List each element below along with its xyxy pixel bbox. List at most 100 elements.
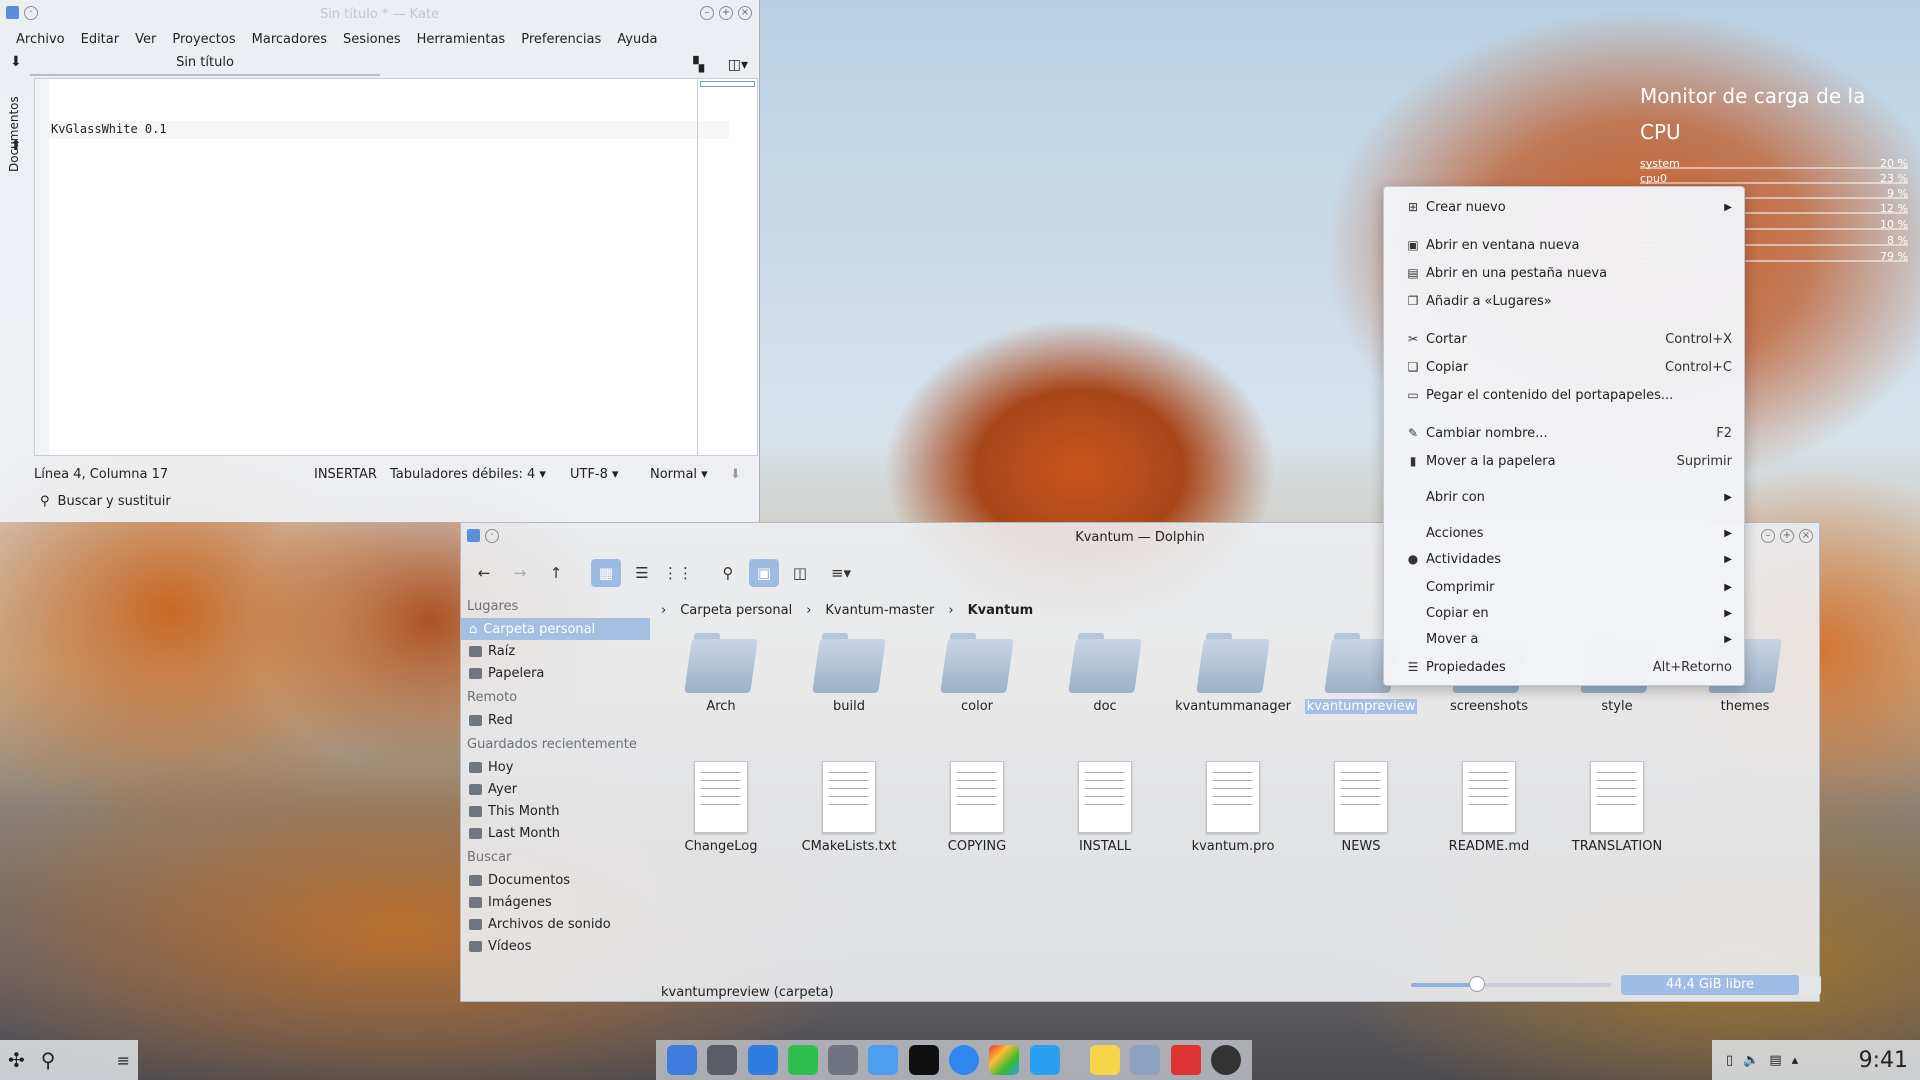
menu-sesiones[interactable]: Sesiones bbox=[335, 32, 409, 47]
minimap-viewport[interactable] bbox=[700, 81, 755, 87]
file-item[interactable]: COPYING bbox=[917, 761, 1037, 854]
pin-icon[interactable]: · bbox=[24, 6, 38, 20]
breadcrumb-current[interactable]: Kvantum bbox=[968, 603, 1034, 618]
breadcrumb-item[interactable]: Carpeta personal bbox=[680, 603, 792, 618]
folder-app-icon[interactable] bbox=[1130, 1045, 1161, 1075]
menu-item-move-to[interactable]: Mover a ▶ bbox=[1406, 627, 1732, 651]
menu-item-properties[interactable]: ☰ Propiedades Alt+Retorno bbox=[1406, 655, 1732, 679]
encoding-setting[interactable]: UTF-8 ▾ bbox=[570, 467, 650, 482]
free-space-bar[interactable]: 44,4 GiB libre bbox=[1621, 975, 1821, 995]
app-launcher-icon[interactable]: ✣ bbox=[8, 1048, 25, 1072]
kate-titlebar[interactable]: · Sin título * — Kate – + × bbox=[0, 0, 759, 28]
back-button[interactable]: ← bbox=[469, 559, 499, 587]
file-item[interactable]: TRANSLATION bbox=[1557, 761, 1677, 854]
breadcrumb-item[interactable]: Kvantum-master bbox=[825, 603, 934, 618]
input-mode[interactable]: INSERTAR bbox=[314, 467, 390, 482]
indent-setting[interactable]: Tabuladores débiles: 4 ▾ bbox=[390, 467, 570, 482]
finder-app-icon[interactable] bbox=[868, 1045, 899, 1075]
place-yesterday[interactable]: Ayer bbox=[461, 778, 656, 800]
menu-item-trash[interactable]: ▮ Mover a la papelera Suprimir bbox=[1406, 449, 1732, 473]
folder-item[interactable]: color bbox=[917, 633, 1037, 714]
folder-item[interactable]: kvantummanager bbox=[1173, 633, 1293, 714]
folder-item[interactable]: build bbox=[789, 633, 909, 714]
menu-item-add-places[interactable]: ❐ Añadir a «Lugares» bbox=[1406, 289, 1732, 313]
file-item[interactable]: INSTALL bbox=[1045, 761, 1165, 854]
browser-app-icon[interactable] bbox=[948, 1045, 979, 1075]
menu-item-copy-to[interactable]: Copiar en ▶ bbox=[1406, 601, 1732, 625]
maximize-button[interactable]: + bbox=[719, 6, 733, 20]
place-today[interactable]: Hoy bbox=[461, 756, 656, 778]
place-audio[interactable]: Archivos de sonido bbox=[461, 913, 656, 935]
code-app-icon[interactable] bbox=[1029, 1045, 1060, 1075]
terminal-app-icon[interactable] bbox=[908, 1045, 939, 1075]
minimize-button[interactable]: – bbox=[1761, 529, 1775, 543]
menu-item-activities[interactable]: ● Actividades ▶ bbox=[1406, 547, 1732, 571]
place-images[interactable]: Imágenes bbox=[461, 891, 656, 913]
device-icon[interactable]: ▯ bbox=[1726, 1053, 1733, 1068]
file-item[interactable]: CMakeLists.txt bbox=[789, 761, 909, 854]
kvantum-app-icon[interactable] bbox=[989, 1045, 1020, 1075]
split-button[interactable]: ◫ bbox=[785, 559, 815, 587]
details-view-button[interactable]: ☰ bbox=[627, 559, 657, 587]
preview-button[interactable]: ▣ bbox=[749, 559, 779, 587]
menu-item-open-with[interactable]: Abrir con ▶ bbox=[1406, 485, 1732, 509]
documents-tab[interactable]: Documentos bbox=[7, 96, 21, 172]
menu-item-compress[interactable]: Comprimir ▶ bbox=[1406, 575, 1732, 599]
files-app-icon[interactable] bbox=[667, 1045, 698, 1075]
menu-proyectos[interactable]: Proyectos bbox=[164, 32, 243, 47]
place-documents[interactable]: Documentos bbox=[461, 869, 656, 891]
forward-button[interactable]: → bbox=[505, 559, 535, 587]
search-icon[interactable]: ⚲ bbox=[41, 1048, 56, 1072]
place-trash[interactable]: Papelera bbox=[461, 662, 656, 684]
icons-view-button[interactable]: ▦ bbox=[591, 559, 621, 587]
menu-archivo[interactable]: Archivo bbox=[8, 32, 73, 47]
cursor-position[interactable]: Línea 4, Columna 17 bbox=[34, 467, 314, 482]
minimap[interactable] bbox=[697, 79, 757, 455]
place-root[interactable]: Raíz bbox=[461, 640, 656, 662]
pin-icon[interactable]: · bbox=[485, 529, 499, 543]
find-replace-button[interactable]: ⚲ Buscar y sustituir bbox=[40, 494, 171, 509]
upload-icon[interactable]: ⬆ bbox=[10, 138, 22, 154]
close-button[interactable]: × bbox=[1799, 529, 1813, 543]
place-network[interactable]: Red bbox=[461, 709, 656, 731]
menu-item-cut[interactable]: ✂ Cortar Control+X bbox=[1406, 327, 1732, 351]
place-home[interactable]: ⌂ Carpeta personal bbox=[461, 618, 650, 640]
save-icon[interactable]: ⬇ bbox=[730, 467, 741, 482]
zoom-slider[interactable] bbox=[1411, 976, 1611, 992]
menu-preferencias[interactable]: Preferencias bbox=[513, 32, 609, 47]
menu-ayuda[interactable]: Ayuda bbox=[609, 32, 665, 47]
compact-view-button[interactable]: ⋮⋮ bbox=[663, 559, 693, 587]
menu-item-open-window[interactable]: ▣ Abrir en ventana nueva bbox=[1406, 233, 1732, 257]
minimize-button[interactable]: – bbox=[700, 6, 714, 20]
tab-sin-titulo[interactable]: Sin título bbox=[30, 55, 380, 76]
menu-item-create-new[interactable]: ⊞ Crear nuevo ▶ bbox=[1406, 195, 1732, 219]
up-button[interactable]: ↑ bbox=[541, 559, 571, 587]
spreadsheet-app-icon[interactable] bbox=[787, 1045, 818, 1075]
notes-app-icon[interactable] bbox=[1090, 1045, 1121, 1075]
folder-item[interactable]: doc bbox=[1045, 633, 1165, 714]
menu-icon[interactable]: ≡ bbox=[117, 1051, 130, 1070]
maximize-button[interactable]: + bbox=[1780, 529, 1794, 543]
syntax-setting[interactable]: Normal ▾ bbox=[650, 467, 730, 482]
menu-button[interactable]: ≡▾ bbox=[821, 559, 861, 587]
menu-item-paste[interactable]: ▭ Pegar el contenido del portapapeles... bbox=[1406, 383, 1732, 407]
file-item[interactable]: README.md bbox=[1429, 761, 1549, 854]
clipboard-icon[interactable]: ▤ bbox=[1769, 1053, 1781, 1068]
expand-tray-icon[interactable]: ▴ bbox=[1792, 1053, 1799, 1068]
close-button[interactable]: × bbox=[738, 6, 752, 20]
menu-editar[interactable]: Editar bbox=[73, 32, 128, 47]
split-view-icon[interactable]: ◫▾ bbox=[728, 57, 748, 73]
documents-app-icon[interactable] bbox=[747, 1045, 778, 1075]
clock[interactable]: 9:41 bbox=[1859, 1048, 1908, 1073]
download-icon[interactable]: ⬇ bbox=[10, 54, 22, 70]
text-editor[interactable]: KvGlassWhite 0.1 bbox=[34, 78, 758, 456]
power-app-icon[interactable] bbox=[1210, 1045, 1241, 1075]
search-button[interactable]: ⚲ bbox=[713, 559, 743, 587]
volume-icon[interactable]: 🔈 bbox=[1743, 1053, 1759, 1068]
menu-item-copy[interactable]: ❏ Copiar Control+C bbox=[1406, 355, 1732, 379]
file-item[interactable]: ChangeLog bbox=[661, 761, 781, 854]
installer-app-icon[interactable] bbox=[707, 1045, 738, 1075]
menu-item-rename[interactable]: ✎ Cambiar nombre... F2 bbox=[1406, 421, 1732, 445]
menu-ver[interactable]: Ver bbox=[127, 32, 164, 47]
place-videos[interactable]: Vídeos bbox=[461, 935, 656, 957]
